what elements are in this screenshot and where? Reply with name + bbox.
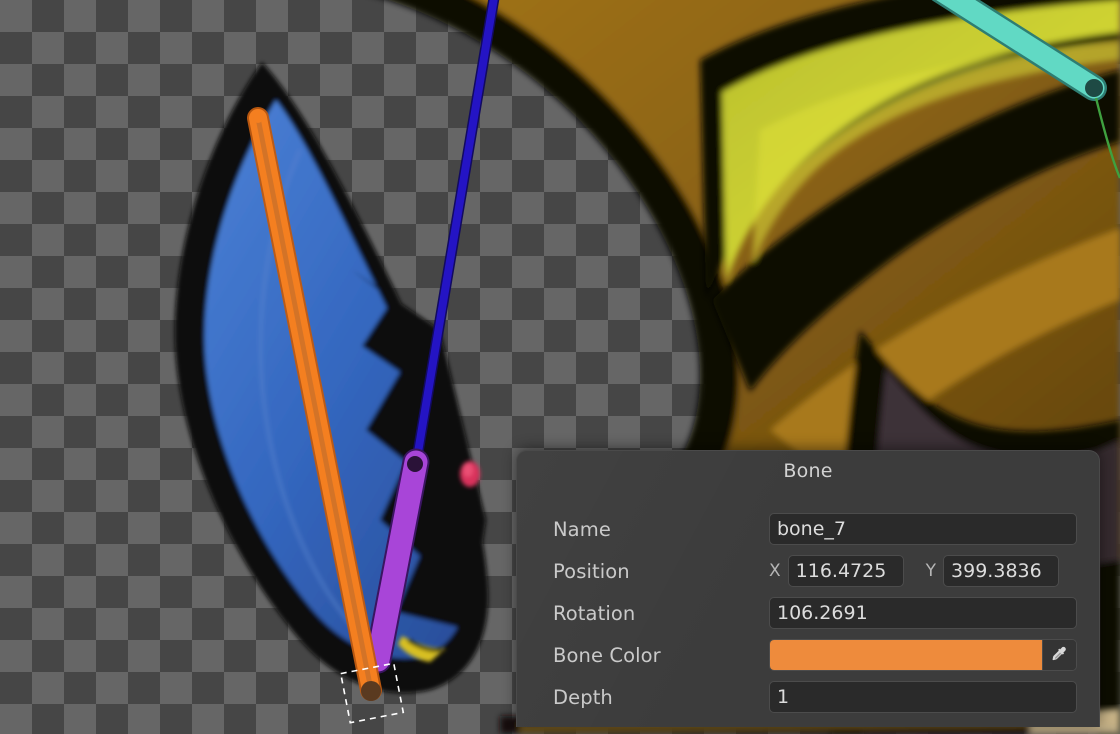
eyedropper-icon bbox=[1052, 646, 1066, 661]
name-input[interactable]: bone_7 bbox=[769, 513, 1077, 545]
position-x-input[interactable]: 116.4725 bbox=[787, 555, 904, 587]
label-depth: Depth bbox=[553, 685, 613, 709]
bone-color-swatch[interactable] bbox=[770, 640, 1042, 670]
bone-purple-joint[interactable] bbox=[407, 456, 423, 472]
bone-orange-joint[interactable] bbox=[361, 681, 381, 701]
bone-inspector-panel: Bone Name bone_7 Position X 116.4725 Y 3… bbox=[516, 450, 1100, 727]
row-depth: Depth 1 bbox=[517, 676, 1099, 718]
bone-teal[interactable] bbox=[931, 0, 1107, 101]
label-name: Name bbox=[553, 517, 611, 541]
label-position: Position bbox=[553, 559, 630, 583]
panel-rows: Name bone_7 Position X 116.4725 Y 399.38… bbox=[517, 508, 1099, 718]
row-position: Position X 116.4725 Y 399.3836 bbox=[517, 550, 1099, 592]
bone-link-green[interactable] bbox=[1094, 97, 1120, 179]
label-rotation: Rotation bbox=[553, 601, 636, 625]
panel-title: Bone bbox=[783, 460, 833, 482]
row-rotation: Rotation 106.2691 bbox=[517, 592, 1099, 634]
bone-purple[interactable] bbox=[364, 448, 430, 674]
position-x-axis-label: X bbox=[769, 561, 781, 581]
rotation-input[interactable]: 106.2691 bbox=[769, 597, 1077, 629]
bone-teal-joint[interactable] bbox=[1085, 79, 1103, 97]
depth-input[interactable]: 1 bbox=[769, 681, 1077, 713]
eyedropper-button[interactable] bbox=[1042, 640, 1076, 670]
bone-orange-selected[interactable] bbox=[247, 107, 382, 701]
position-y-input[interactable]: 399.3836 bbox=[943, 555, 1060, 587]
row-bone-color: Bone Color bbox=[517, 634, 1099, 676]
bone-color-control[interactable] bbox=[769, 639, 1077, 671]
position-y-axis-label: Y bbox=[925, 561, 937, 581]
row-name: Name bone_7 bbox=[517, 508, 1099, 550]
app-root: Bone Name bone_7 Position X 116.4725 Y 3… bbox=[0, 0, 1120, 734]
label-bone-color: Bone Color bbox=[553, 643, 661, 667]
